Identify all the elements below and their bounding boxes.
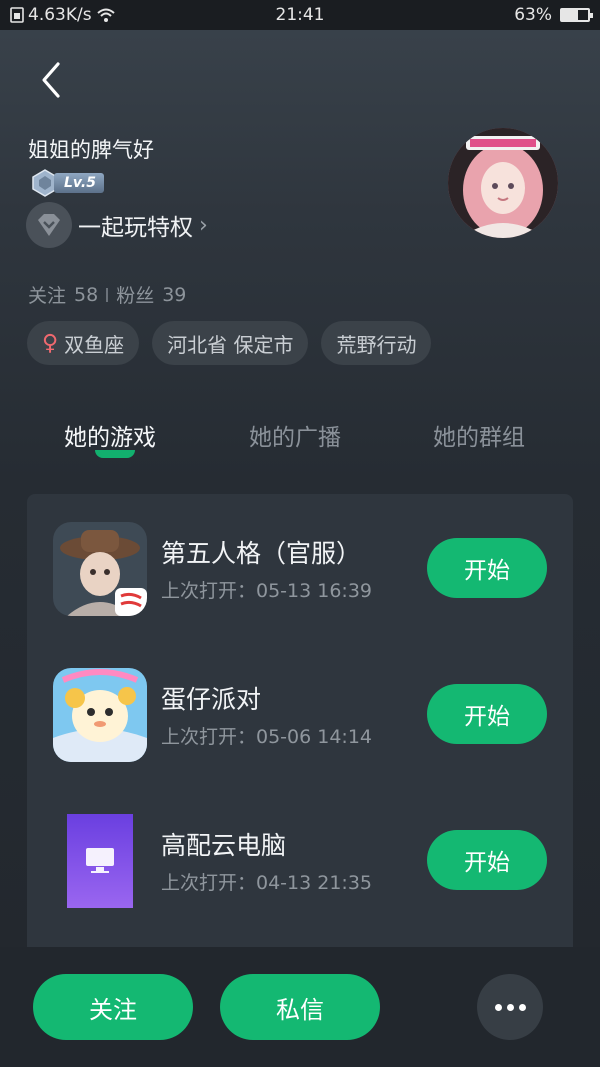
battery-icon	[560, 8, 593, 22]
more-dot	[506, 1003, 514, 1011]
wifi-icon	[96, 8, 115, 22]
avatar[interactable]	[448, 128, 558, 238]
tab-her-games[interactable]: 她的游戏	[64, 418, 156, 452]
tag-location-text: 河北省 保定市	[167, 332, 294, 357]
privilege-badge	[26, 202, 72, 248]
tab-her-groups[interactable]: 她的群组	[433, 418, 525, 452]
nickname: 姐姐的脾气好	[28, 138, 154, 162]
status-bar: 4.63K/s 21:41 63%	[0, 0, 600, 30]
follow-stats: 关注 58 粉丝 39	[28, 281, 186, 308]
bottom-action-bar: 关注 私信	[0, 947, 600, 1067]
chevron-right-icon: ›	[199, 212, 208, 238]
eggy-party-icon	[53, 668, 147, 762]
status-left: 4.63K/s	[10, 5, 116, 25]
privilege-link[interactable]: 一起玩特权 ›	[26, 202, 208, 248]
game-name: 高配云电脑	[161, 831, 287, 860]
game-last-open: 上次打开：05-13 16:39	[161, 580, 373, 602]
tag-game[interactable]: 荒野行动	[321, 321, 432, 365]
profile-tags: ♀ 双鱼座 河北省 保定市 荒野行动	[27, 321, 432, 365]
follow-count[interactable]: 58	[74, 284, 98, 306]
message-button[interactable]: 私信	[220, 974, 380, 1040]
game-row-identity-v[interactable]: 第五人格（官服） 上次打开：05-13 16:39 开始	[27, 522, 573, 618]
fans-count[interactable]: 39	[162, 284, 186, 306]
game-last-open: 上次打开：05-06 14:14	[161, 726, 373, 748]
stats-divider	[106, 287, 109, 302]
tag-zodiac: ♀ 双鱼座	[27, 321, 140, 365]
game-last-open: 上次打开：04-13 21:35	[161, 872, 373, 894]
game-row-cloud-pc[interactable]: 高配云电脑 上次打开：04-13 21:35 开始	[27, 814, 573, 910]
tag-zodiac-text: 双鱼座	[64, 332, 125, 357]
games-list: 第五人格（官服） 上次打开：05-13 16:39 开始 蛋仔派对 上次打开：0…	[27, 494, 573, 954]
back-button[interactable]	[32, 58, 72, 102]
game-row-eggy-party[interactable]: 蛋仔派对 上次打开：05-06 14:14 开始	[27, 668, 573, 764]
network-speed: 4.63K/s	[28, 5, 92, 25]
status-right: 63%	[514, 5, 593, 25]
game-name: 第五人格（官服）	[161, 539, 362, 568]
battery-fill	[562, 10, 579, 20]
fans-label[interactable]: 粉丝	[116, 281, 154, 308]
more-dot	[518, 1003, 526, 1011]
start-button-cloud-pc[interactable]: 开始	[427, 830, 547, 890]
tag-location: 河北省 保定市	[152, 321, 309, 365]
female-icon: ♀	[42, 330, 59, 356]
privilege-text: 一起玩特权	[78, 215, 193, 241]
battery-percent: 63%	[514, 5, 552, 25]
cloud-pc-icon	[53, 814, 147, 908]
tab-indicator	[95, 450, 135, 458]
follow-button[interactable]: 关注	[33, 974, 193, 1040]
start-button-identity-v[interactable]: 开始	[427, 538, 547, 598]
chevron-left-icon	[42, 62, 60, 98]
tag-game-text: 荒野行动	[336, 332, 417, 357]
start-button-eggy-party[interactable]: 开始	[427, 684, 547, 744]
sim-icon	[10, 7, 24, 23]
level-badge: Lv.5	[30, 168, 104, 198]
avatar-image	[448, 128, 558, 238]
diamond-icon	[38, 214, 60, 236]
more-icon[interactable]	[477, 974, 543, 1040]
profile-tabs: 她的游戏 她的广播 她的群组	[0, 418, 600, 462]
identity-v-icon	[53, 522, 147, 616]
tab-her-broadcasts[interactable]: 她的广播	[249, 418, 341, 452]
follow-label[interactable]: 关注	[28, 281, 66, 308]
game-name: 蛋仔派对	[161, 685, 262, 714]
level-text: Lv.5	[54, 173, 104, 193]
more-dot	[494, 1003, 502, 1011]
